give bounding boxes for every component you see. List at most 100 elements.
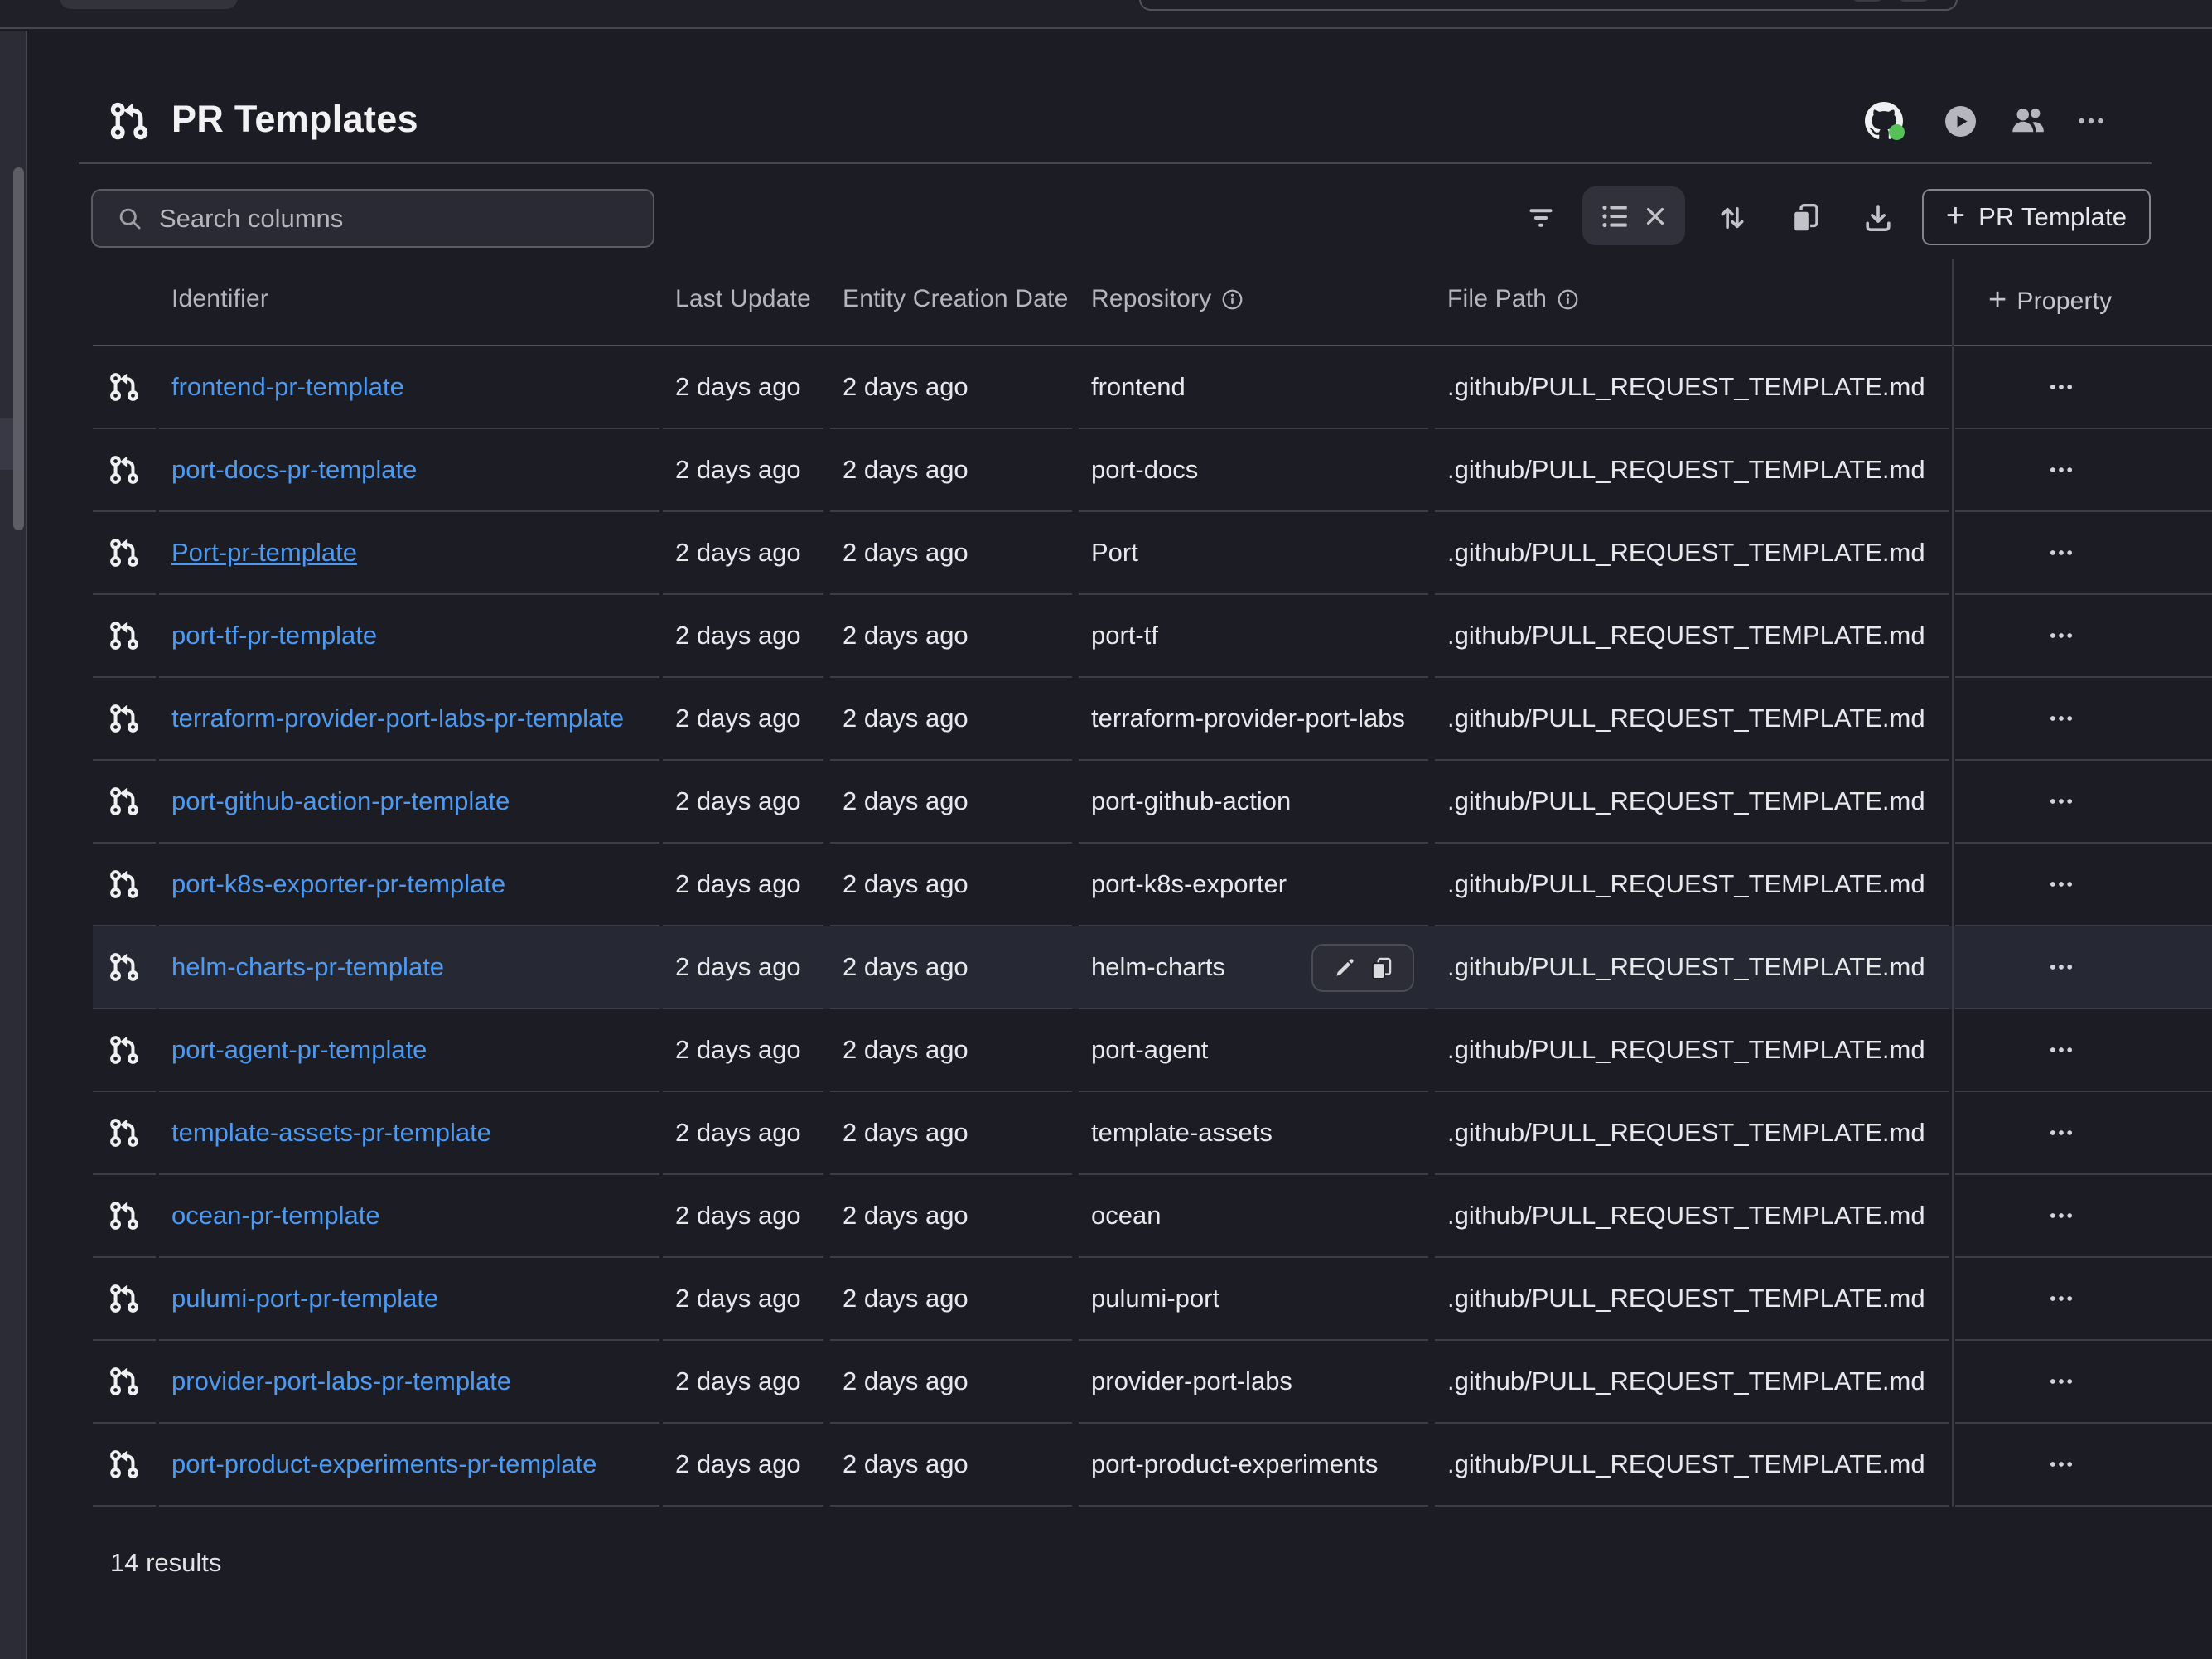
plus-icon: + — [1946, 199, 1965, 232]
identifier-link[interactable]: port-tf-pr-template — [171, 621, 377, 651]
row-actions-button[interactable] — [2036, 1278, 2086, 1319]
collapsed-panel-handle[interactable] — [0, 418, 13, 470]
filter-button[interactable] — [1520, 197, 1562, 239]
row-actions-button[interactable] — [2036, 863, 2086, 905]
pull-request-icon — [109, 1200, 140, 1231]
sort-button[interactable] — [1712, 197, 1753, 239]
identifier-link[interactable]: port-github-action-pr-template — [171, 786, 510, 816]
identifier-link[interactable]: template-assets-pr-template — [171, 1118, 491, 1148]
column-header-last-update[interactable]: Last Update — [675, 285, 811, 313]
ellipsis-icon — [2047, 1367, 2075, 1395]
search-columns-input[interactable] — [159, 204, 623, 234]
table-row: provider-port-labs-pr-template 2 days ag… — [93, 1341, 2212, 1424]
row-actions-button[interactable] — [2036, 946, 2086, 988]
actions-column-divider — [1952, 259, 1954, 1507]
ellipsis-icon — [2047, 704, 2075, 733]
row-actions-button[interactable] — [2036, 1195, 2086, 1236]
last-update-cell: 2 days ago — [663, 1424, 823, 1507]
table-row: template-assets-pr-template 2 days ago 2… — [93, 1092, 2212, 1175]
table-row: port-agent-pr-template 2 days ago 2 days… — [93, 1009, 2212, 1092]
row-actions-button[interactable] — [2036, 366, 2086, 408]
ellipsis-icon — [2047, 539, 2075, 567]
filter-icon — [1526, 203, 1556, 233]
last-update-cell: 2 days ago — [663, 1092, 823, 1175]
page-menu-button[interactable] — [2070, 99, 2113, 143]
identifier-link[interactable]: provider-port-labs-pr-template — [171, 1366, 511, 1396]
pull-request-icon — [109, 1117, 140, 1149]
scrollbar-thumb[interactable] — [13, 167, 24, 530]
row-actions-button[interactable] — [2036, 698, 2086, 739]
row-actions-button[interactable] — [2036, 1112, 2086, 1154]
file-path-cell: .github/PULL_REQUEST_TEMPLATE.md — [1435, 1092, 1949, 1175]
download-button[interactable] — [1857, 197, 1899, 239]
entity-creation-date-cell: 2 days ago — [830, 346, 1072, 429]
global-search-bar[interactable] — [1139, 0, 1958, 11]
row-hover-tools — [1311, 944, 1414, 992]
pull-request-icon — [109, 371, 140, 403]
column-header-file-path[interactable]: File Path — [1447, 285, 1579, 313]
play-icon — [1945, 106, 1976, 137]
pull-request-icon — [109, 951, 140, 983]
repository-cell: port-docs — [1079, 429, 1428, 512]
add-property-button[interactable]: + Property — [1988, 285, 2112, 318]
info-icon[interactable] — [1557, 288, 1579, 311]
copy-icon[interactable] — [1370, 957, 1393, 979]
edit-icon[interactable] — [1333, 957, 1355, 979]
identifier-link[interactable]: Port-pr-template — [171, 538, 357, 568]
identifier-link[interactable]: pulumi-port-pr-template — [171, 1284, 438, 1313]
row-actions-button[interactable] — [2036, 1029, 2086, 1071]
identifier-link[interactable]: port-docs-pr-template — [171, 455, 417, 485]
last-update-cell: 2 days ago — [663, 761, 823, 844]
copy-view-button[interactable] — [1785, 197, 1826, 239]
identifier-link[interactable]: port-agent-pr-template — [171, 1035, 427, 1065]
new-pr-template-button[interactable]: + PR Template — [1922, 189, 2151, 245]
shortcut-key-badge — [1852, 0, 1883, 2]
list-view-icon — [1601, 201, 1630, 231]
table-header: Identifier Last Update Entity Creation D… — [0, 257, 2212, 346]
repository-cell: frontend — [1079, 346, 1428, 429]
repository-cell: port-k8s-exporter — [1079, 844, 1428, 926]
clear-icon[interactable] — [1644, 205, 1667, 228]
row-actions-button[interactable] — [2036, 449, 2086, 491]
row-actions-button[interactable] — [2036, 781, 2086, 822]
info-icon[interactable] — [1221, 288, 1244, 311]
repository-cell: provider-port-labs — [1079, 1341, 1428, 1424]
column-header-repository[interactable]: Repository — [1091, 285, 1244, 313]
run-button[interactable] — [1939, 99, 1982, 143]
ellipsis-icon — [2047, 870, 2075, 898]
view-toggle-button[interactable] — [1582, 186, 1685, 245]
entity-creation-date-cell: 2 days ago — [830, 1092, 1072, 1175]
search-icon — [118, 206, 142, 231]
last-update-cell: 2 days ago — [663, 429, 823, 512]
last-update-cell: 2 days ago — [663, 678, 823, 761]
entity-creation-date-cell: 2 days ago — [830, 1341, 1072, 1424]
file-path-cell: .github/PULL_REQUEST_TEMPLATE.md — [1435, 1424, 1949, 1507]
identifier-link[interactable]: port-k8s-exporter-pr-template — [171, 869, 505, 899]
pull-request-icon — [109, 537, 140, 568]
ellipsis-icon — [2047, 1036, 2075, 1064]
table-row: port-product-experiments-pr-template 2 d… — [93, 1424, 2212, 1507]
identifier-link[interactable]: frontend-pr-template — [171, 372, 404, 402]
entity-creation-date-cell: 2 days ago — [830, 595, 1072, 678]
entity-creation-date-cell: 2 days ago — [830, 761, 1072, 844]
column-header-identifier[interactable]: Identifier — [171, 285, 268, 313]
search-columns-box — [91, 189, 654, 248]
row-actions-button[interactable] — [2036, 1361, 2086, 1402]
column-header-entity-creation-date[interactable]: Entity Creation Date — [843, 285, 1068, 313]
identifier-link[interactable]: port-product-experiments-pr-template — [171, 1449, 596, 1479]
file-path-cell: .github/PULL_REQUEST_TEMPLATE.md — [1435, 678, 1949, 761]
row-actions-button[interactable] — [2036, 615, 2086, 656]
last-update-cell: 2 days ago — [663, 346, 823, 429]
browser-tab[interactable] — [60, 0, 238, 9]
identifier-link[interactable]: terraform-provider-port-labs-pr-template — [171, 704, 624, 733]
row-actions-button[interactable] — [2036, 1444, 2086, 1485]
members-button[interactable] — [2006, 99, 2049, 143]
identifier-link[interactable]: ocean-pr-template — [171, 1201, 380, 1231]
entity-creation-date-cell: 2 days ago — [830, 1009, 1072, 1092]
download-icon — [1863, 203, 1893, 233]
results-count: 14 results — [110, 1548, 221, 1578]
github-button[interactable] — [1862, 99, 1905, 143]
identifier-link[interactable]: helm-charts-pr-template — [171, 952, 444, 982]
row-actions-button[interactable] — [2036, 532, 2086, 573]
entity-creation-date-cell: 2 days ago — [830, 1258, 1072, 1341]
